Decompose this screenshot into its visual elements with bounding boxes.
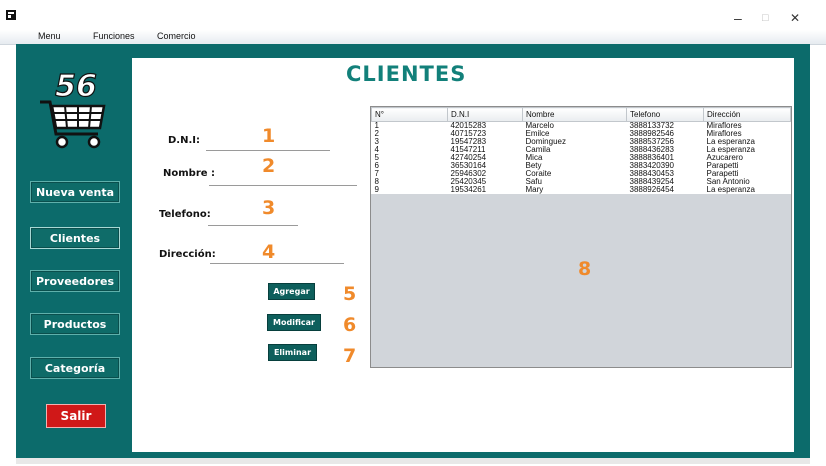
annotation-3: 3 xyxy=(262,197,276,219)
annotation-2: 2 xyxy=(262,155,276,177)
table-cell: 9 xyxy=(374,185,379,194)
window-titlebar: – □ ✕ xyxy=(0,0,826,30)
clientes-button[interactable]: Clientes xyxy=(30,227,120,249)
page-title: CLIENTES xyxy=(346,62,467,86)
app-icon xyxy=(6,10,16,20)
column-header-direccion[interactable]: Dirección xyxy=(703,107,791,122)
proveedores-button[interactable]: Proveedores xyxy=(30,270,120,292)
telefono-input[interactable] xyxy=(208,210,298,224)
modificar-button[interactable]: Modificar xyxy=(267,314,321,331)
logo-number: 56 xyxy=(55,69,97,104)
column-header-telefono[interactable]: Telefono xyxy=(626,107,704,122)
telefono-label: Telefono: xyxy=(159,209,211,220)
table-body: 1 42015283 Marcelo 3888133732 Miraflores 2 40… xyxy=(372,122,791,195)
dni-label: D.N.I: xyxy=(168,135,200,146)
annotation-4: 4 xyxy=(262,241,276,263)
direccion-input[interactable] xyxy=(210,249,344,263)
table-cell: 4 xyxy=(374,145,379,154)
nombre-input[interactable] xyxy=(209,170,357,184)
close-button[interactable]: ✕ xyxy=(790,12,800,24)
dni-underline xyxy=(206,150,330,151)
column-header-nombre[interactable]: Nombre xyxy=(522,107,627,122)
menu-item-menu[interactable]: Menu xyxy=(38,31,61,41)
bottom-edge xyxy=(16,458,810,464)
menu-item-comercio[interactable]: Comercio xyxy=(157,31,196,41)
maximize-button[interactable]: □ xyxy=(762,12,769,24)
telefono-underline xyxy=(208,225,298,226)
nombre-label: Nombre : xyxy=(163,168,216,179)
table-cell: 2 xyxy=(374,129,379,138)
salir-button[interactable]: Salir xyxy=(46,404,106,428)
table-cell: 3888926454 xyxy=(629,185,675,194)
annotation-8: 8 xyxy=(578,258,592,280)
column-header-dni[interactable]: D.N.I xyxy=(447,107,523,122)
direccion-label: Dirección: xyxy=(159,249,216,260)
table-cell: Mary xyxy=(525,185,544,194)
nueva-venta-button[interactable]: Nueva venta xyxy=(30,181,120,203)
shopping-cart-logo: 56 xyxy=(40,68,106,149)
clients-table-container[interactable]: N° D.N.I Nombre Telefono Dirección 1 4201… xyxy=(370,106,792,368)
nombre-underline xyxy=(209,185,357,186)
annotation-6: 6 xyxy=(343,314,357,336)
annotation-5: 5 xyxy=(343,283,357,305)
table-cell: 5 xyxy=(374,153,379,162)
eliminar-button[interactable]: Eliminar xyxy=(268,344,317,361)
table-cell: 19534261 xyxy=(450,185,487,194)
menu-bar: Menu Funciones Comercio xyxy=(0,30,826,45)
table-cell: 6 xyxy=(374,161,379,170)
clients-table: N° D.N.I Nombre Telefono Dirección 1 4201… xyxy=(371,107,791,194)
agregar-button[interactable]: Agregar xyxy=(268,283,315,300)
table-cell: 1 xyxy=(374,121,379,130)
table-cell: La esperanza xyxy=(706,185,755,194)
table-cell: 3 xyxy=(374,137,379,146)
table-header-row: N° D.N.I Nombre Telefono Dirección xyxy=(371,107,791,122)
column-header-number[interactable]: N° xyxy=(371,107,448,122)
annotation-7: 7 xyxy=(343,345,357,367)
productos-button[interactable]: Productos xyxy=(30,313,120,335)
direccion-underline xyxy=(210,263,344,264)
categoria-button[interactable]: Categoría xyxy=(30,357,120,379)
minimize-button[interactable]: – xyxy=(734,11,742,25)
menu-item-funciones[interactable]: Funciones xyxy=(93,31,135,41)
annotation-1: 1 xyxy=(262,125,276,147)
table-row[interactable]: 9 19534261 Mary 3888926454 La esperanza xyxy=(372,186,791,194)
table-cell: 8 xyxy=(374,177,379,186)
table-cell: 7 xyxy=(374,169,379,178)
